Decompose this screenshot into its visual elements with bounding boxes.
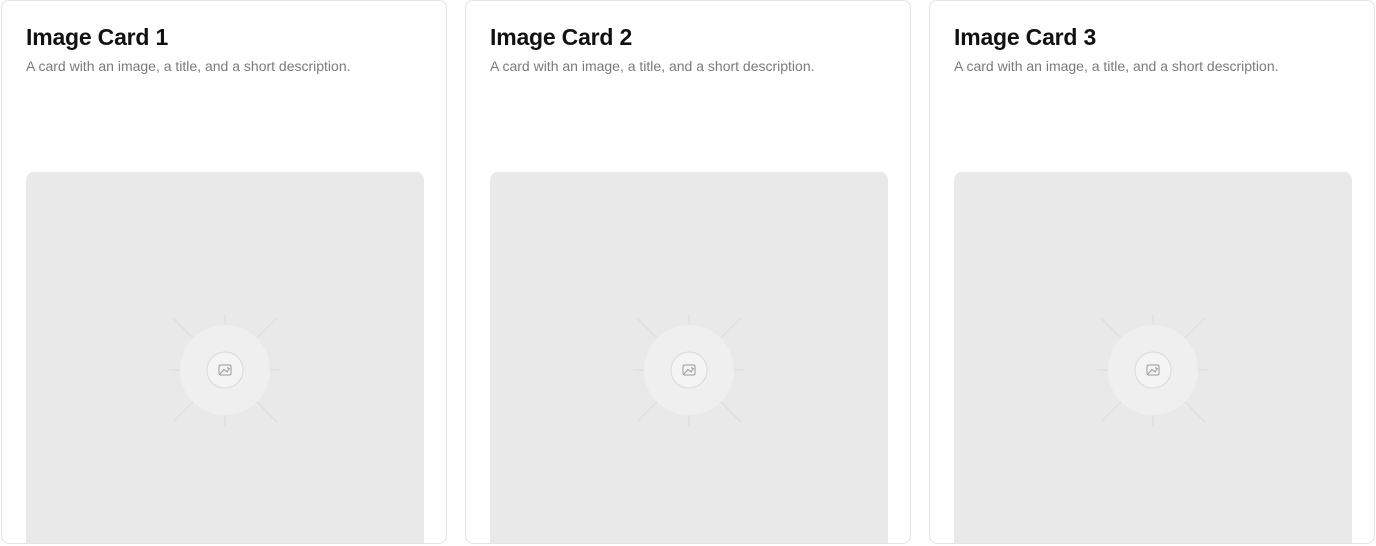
card-description: A card with an image, a title, and a sho… [26, 58, 351, 74]
card-title: Image Card 3 [954, 24, 1097, 50]
image-card-3[interactable]: Image Card 3 A card with an image, a tit… [929, 0, 1375, 544]
image-card-1[interactable]: Image Card 1 A card with an image, a tit… [1, 0, 447, 544]
card-grid: Image Card 1 A card with an image, a tit… [0, 0, 1376, 546]
card-title: Image Card 1 [26, 24, 169, 50]
card-image-placeholder [490, 172, 888, 543]
image-icon [1097, 314, 1209, 426]
image-card-2[interactable]: Image Card 2 A card with an image, a tit… [465, 0, 911, 544]
card-title: Image Card 2 [490, 24, 633, 50]
card-image-placeholder [26, 172, 424, 543]
image-icon [169, 314, 281, 426]
image-icon [633, 314, 745, 426]
card-description: A card with an image, a title, and a sho… [954, 58, 1279, 74]
card-image-placeholder [954, 172, 1352, 543]
card-description: A card with an image, a title, and a sho… [490, 58, 815, 74]
